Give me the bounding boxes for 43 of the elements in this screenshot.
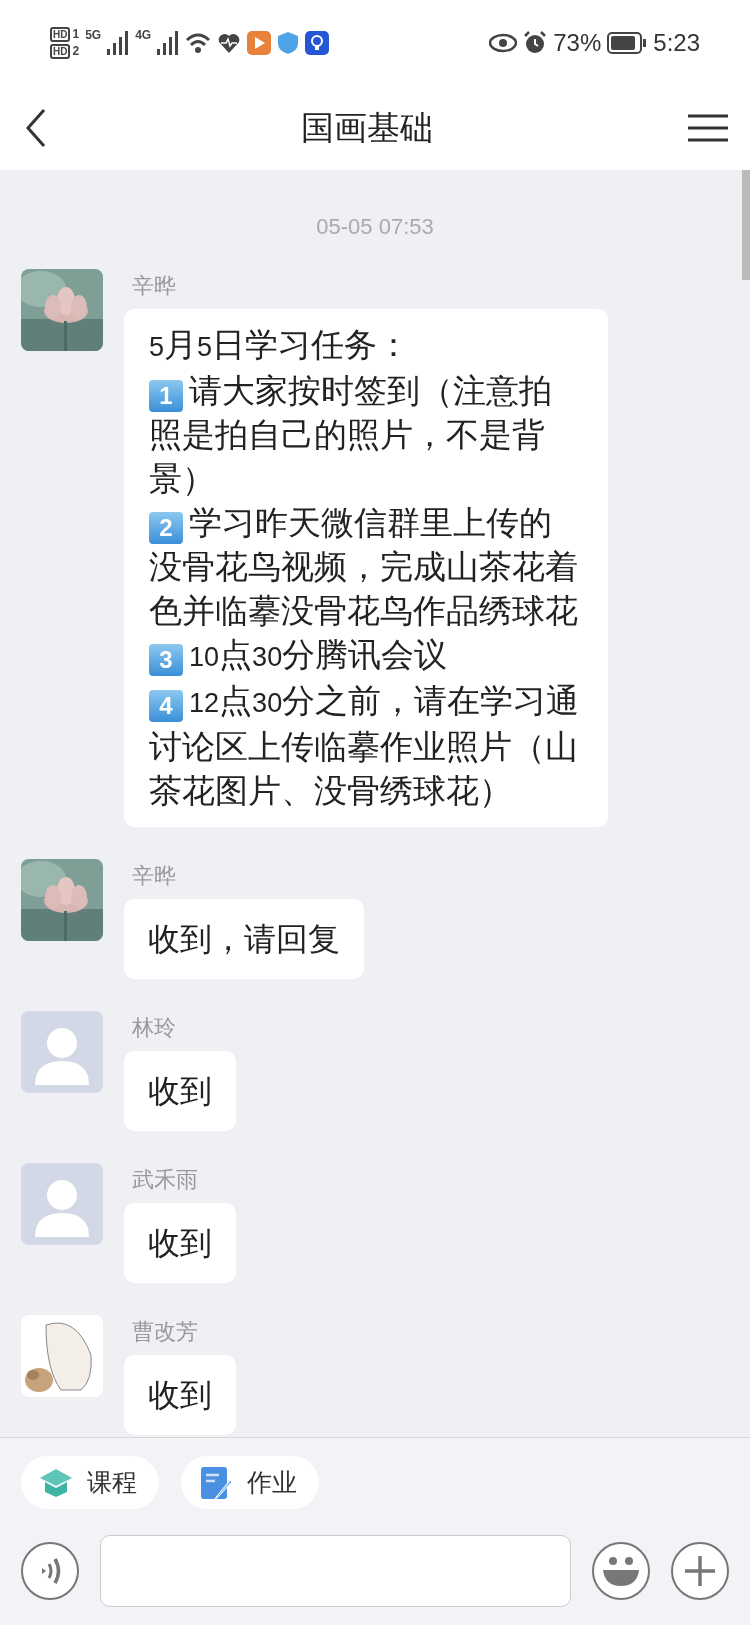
default-avatar-icon [21, 1011, 103, 1093]
message-input[interactable] [100, 1535, 571, 1607]
document-pencil-icon [199, 1465, 233, 1500]
homework-button[interactable]: 作业 [181, 1456, 319, 1509]
battery-percent: 73% [553, 27, 602, 58]
sender-name: 武禾雨 [132, 1166, 198, 1194]
menu-icon[interactable] [688, 113, 728, 142]
course-button[interactable]: 课程 [21, 1456, 159, 1509]
shield-icon [277, 30, 300, 55]
sender-name: 林玲 [132, 1014, 176, 1042]
default-avatar-icon [21, 1163, 103, 1245]
back-icon[interactable] [26, 108, 46, 147]
network-label: 5G [85, 27, 102, 44]
heart-icon [217, 31, 242, 54]
emoji-button[interactable] [592, 1542, 650, 1600]
scrollbar-thumb[interactable] [742, 170, 750, 280]
clock: 5:23 [653, 27, 700, 58]
message-bubble: 收到，请回复 [124, 899, 364, 979]
sender-name: 曹改芳 [132, 1318, 198, 1346]
message-bubble: 收到 [124, 1203, 236, 1283]
signal-icon [107, 30, 130, 55]
add-button[interactable] [671, 1542, 729, 1600]
sim-slot: 1 [72, 26, 80, 42]
battery-icon [607, 31, 648, 54]
page-title: 国画基础 [301, 107, 433, 148]
wifi-icon [185, 31, 212, 54]
sim-label: HD [50, 26, 71, 42]
smiley-icon [601, 1554, 641, 1588]
voice-button[interactable] [21, 1542, 79, 1600]
signal-icon [157, 30, 180, 55]
bulb-app-icon [305, 30, 330, 55]
message-bubble: 收到 [124, 1051, 236, 1131]
eye-icon [489, 32, 518, 53]
sender-name: 辛晔 [132, 272, 176, 300]
alarm-icon [523, 30, 548, 55]
sim-slot: 2 [72, 43, 80, 59]
network-label: 4G [135, 27, 152, 44]
message-bubble: 收到 [124, 1355, 236, 1435]
timestamp: 05-05 07:53 [315, 213, 435, 241]
plus-icon [684, 1555, 716, 1587]
sim-label: HD [50, 43, 71, 59]
play-app-icon [247, 30, 272, 55]
sender-name: 辛晔 [132, 862, 176, 890]
